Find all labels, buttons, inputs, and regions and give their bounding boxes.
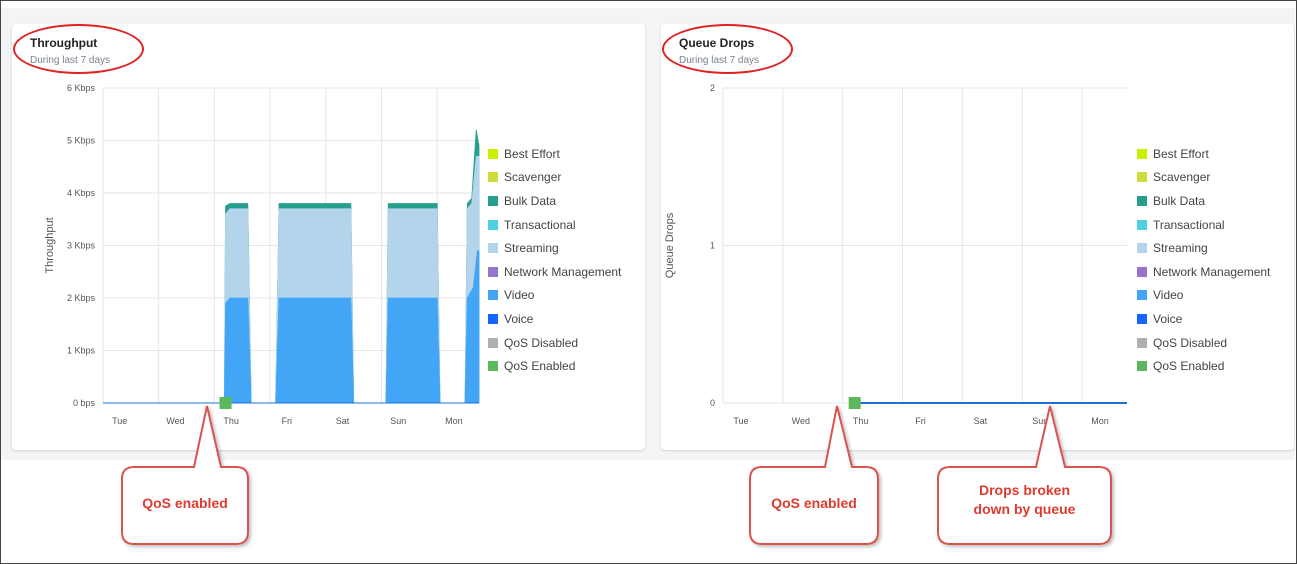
- y-tick-label: 1 Kbps: [67, 346, 96, 356]
- y-tick-label: 3 Kbps: [67, 241, 96, 251]
- x-tick-label: Thu: [853, 416, 869, 426]
- legend-swatch: [1137, 361, 1147, 372]
- x-tick-label: Sun: [390, 416, 406, 426]
- legend-item[interactable]: Best Effort: [488, 142, 621, 166]
- legend-item[interactable]: Streaming: [1137, 236, 1270, 260]
- legend-swatch: [488, 172, 498, 183]
- x-tick-label: Mon: [1091, 416, 1109, 426]
- legend-swatch: [1137, 148, 1147, 159]
- legend-swatch: [488, 148, 498, 159]
- legend-label: Network Management: [504, 264, 622, 279]
- legend-item[interactable]: Bulk Data: [488, 189, 621, 213]
- legend-swatch: [488, 290, 498, 301]
- legend-item[interactable]: QoS Disabled: [488, 331, 621, 355]
- legend-swatch: [488, 361, 498, 372]
- legend-swatch: [488, 337, 498, 348]
- legend-item[interactable]: Network Management: [1137, 260, 1270, 284]
- legend-swatch: [488, 219, 498, 230]
- legend-label: Transactional: [504, 217, 576, 232]
- legend-swatch: [488, 243, 498, 254]
- queue-drops-legend: Best Effort Scavenger Bulk Data Transaction…: [1137, 142, 1270, 378]
- y-tick-label: 5 Kbps: [67, 136, 96, 146]
- legend-label: Video: [1153, 288, 1184, 303]
- legend-item[interactable]: Video: [488, 284, 621, 308]
- legend-label: QoS Enabled: [1153, 359, 1225, 374]
- legend-item[interactable]: Scavenger: [1137, 166, 1270, 190]
- legend-label: Transactional: [1153, 217, 1225, 232]
- legend-label: Scavenger: [504, 170, 562, 185]
- y-tick-label: 4 Kbps: [67, 188, 96, 198]
- title-highlight-circle: [662, 24, 793, 74]
- legend-label: Streaming: [504, 241, 559, 256]
- legend-item[interactable]: QoS Disabled: [1137, 331, 1270, 355]
- throughput-legend: Best Effort Scavenger Bulk Data Transaction…: [488, 142, 621, 378]
- legend-item[interactable]: Transactional: [1137, 213, 1270, 237]
- legend-label: Scavenger: [1153, 170, 1211, 185]
- title-highlight-circle: [13, 24, 144, 74]
- qos-enabled-marker: [848, 397, 861, 409]
- legend-item[interactable]: Video: [1137, 284, 1270, 308]
- legend-item[interactable]: Scavenger: [488, 166, 621, 190]
- legend-label: Voice: [1153, 311, 1183, 326]
- legend-swatch: [488, 266, 498, 277]
- legend-item[interactable]: Transactional: [488, 213, 621, 237]
- legend-item[interactable]: Streaming: [488, 236, 621, 260]
- legend-label: Streaming: [1153, 241, 1208, 256]
- x-tick-label: Fri: [282, 416, 293, 426]
- legend-item[interactable]: QoS Enabled: [1137, 354, 1270, 378]
- y-tick-label: 2: [710, 83, 715, 93]
- legend-item[interactable]: Voice: [488, 307, 621, 331]
- legend-swatch: [1137, 172, 1147, 183]
- x-tick-label: Sun: [1032, 416, 1048, 426]
- x-tick-label: Wed: [166, 416, 184, 426]
- y-tick-label: 1: [710, 241, 715, 251]
- y-tick-label: 6 Kbps: [67, 83, 96, 93]
- x-tick-label: Sat: [974, 416, 988, 426]
- y-tick-label: 2 Kbps: [67, 293, 96, 303]
- callout-line: down by queue: [973, 501, 1076, 517]
- x-tick-label: Fri: [915, 416, 926, 426]
- x-tick-label: Wed: [792, 416, 810, 426]
- legend-label: Best Effort: [1153, 146, 1209, 161]
- y-tick-label: 0: [710, 398, 715, 408]
- legend-label: Bulk Data: [504, 193, 557, 208]
- callout-drops-by-queue: Drops broken down by queue: [938, 481, 1111, 519]
- legend-item[interactable]: Network Management: [488, 260, 621, 284]
- legend-swatch: [1137, 313, 1147, 324]
- y-tick-label: 0 bps: [73, 398, 96, 408]
- legend-label: Bulk Data: [1153, 193, 1206, 208]
- callout-qos-enabled-right: QoS enabled: [771, 495, 857, 511]
- y-axis-label: Throughput: [44, 217, 56, 273]
- x-tick-label: Tue: [112, 416, 127, 426]
- legend-label: QoS Enabled: [504, 359, 576, 374]
- legend-label: Voice: [504, 311, 534, 326]
- legend-label: QoS Disabled: [1153, 335, 1228, 350]
- queue-drops-card: Queue Drops During last 7 days 0 1 2 Tue Wed…: [661, 24, 1294, 450]
- qos-enabled-marker: [219, 397, 232, 409]
- legend-swatch: [1137, 266, 1147, 277]
- legend-swatch: [1137, 243, 1147, 254]
- y-axis-label: Queue Drops: [664, 212, 676, 278]
- legend-item[interactable]: Voice: [1137, 307, 1270, 331]
- legend-label: Network Management: [1153, 264, 1271, 279]
- x-tick-label: Tue: [733, 416, 748, 426]
- legend-label: Video: [504, 288, 535, 303]
- legend-item[interactable]: Bulk Data: [1137, 189, 1270, 213]
- legend-label: Best Effort: [504, 146, 560, 161]
- x-tick-label: Thu: [223, 416, 239, 426]
- callout-qos-enabled-left: QoS enabled: [142, 495, 228, 511]
- legend-swatch: [1137, 290, 1147, 301]
- x-tick-label: Sat: [336, 416, 350, 426]
- legend-swatch: [488, 195, 498, 206]
- legend-swatch: [1137, 337, 1147, 348]
- legend-swatch: [1137, 219, 1147, 230]
- legend-swatch: [488, 313, 498, 324]
- throughput-card: Throughput During last 7 days 0 bps 1 Kbp…: [12, 24, 645, 450]
- legend-swatch: [1137, 195, 1147, 206]
- x-tick-label: Mon: [445, 416, 463, 426]
- legend-item[interactable]: Best Effort: [1137, 142, 1270, 166]
- callout-line: Drops broken: [978, 482, 1070, 498]
- legend-item[interactable]: QoS Enabled: [488, 354, 621, 378]
- legend-label: QoS Disabled: [504, 335, 579, 350]
